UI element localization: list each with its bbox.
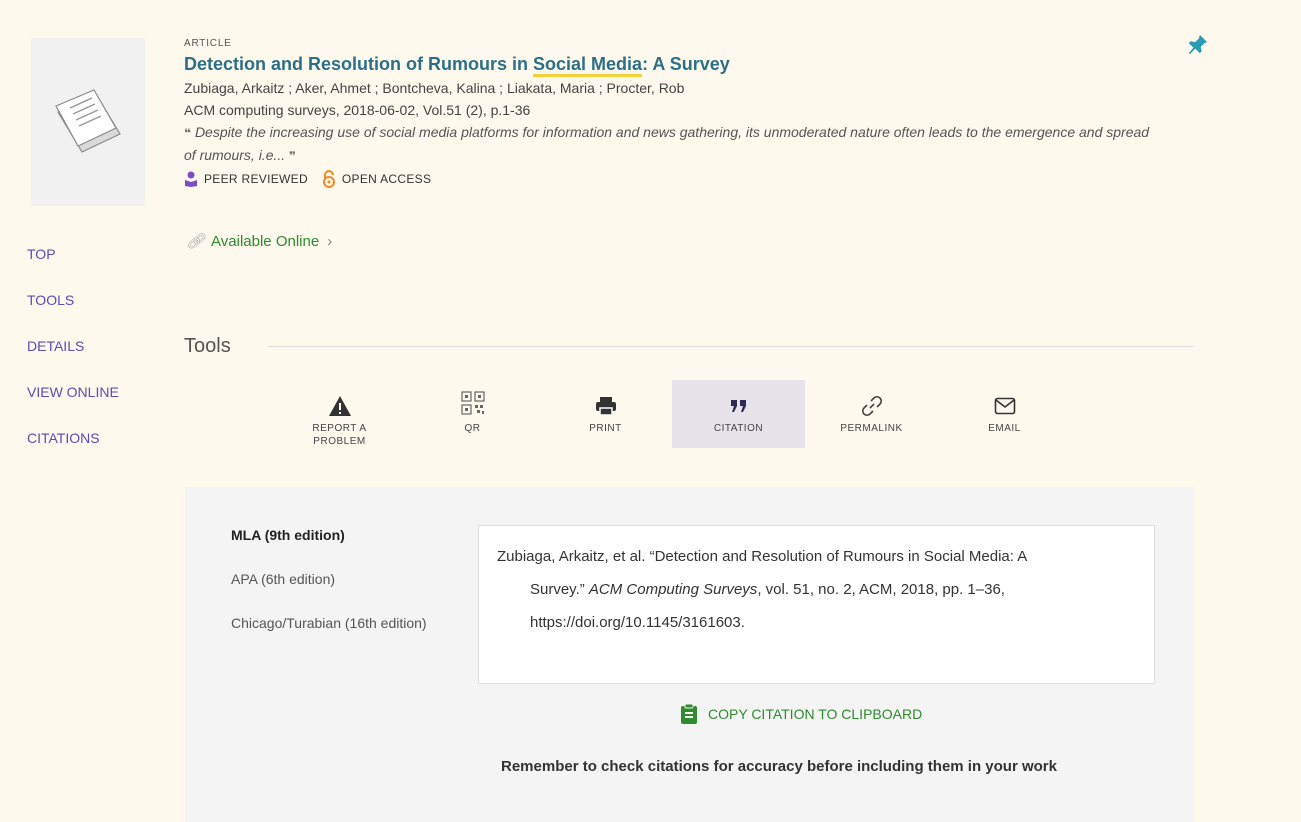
qr-button[interactable]: QR bbox=[406, 380, 539, 448]
document-thumbnail[interactable] bbox=[31, 38, 145, 206]
record-type: ARTICLE bbox=[184, 38, 232, 49]
available-online-link[interactable]: 🔗︎ Available Online › bbox=[186, 232, 333, 251]
peer-reviewed-label: PEER REVIEWED bbox=[204, 172, 308, 186]
nav-item-top[interactable]: TOP bbox=[27, 243, 119, 289]
report-problem-button[interactable]: REPORT A PROBLEM bbox=[273, 380, 406, 448]
citation-button[interactable]: CITATION bbox=[672, 380, 805, 448]
peer-reviewed-icon bbox=[185, 171, 197, 187]
envelope-icon bbox=[994, 397, 1015, 415]
citation-style-chicago[interactable]: Chicago/Turabian (16th edition) bbox=[231, 613, 431, 634]
open-quote-icon: ❝ bbox=[184, 126, 192, 140]
citation-style-apa[interactable]: APA (6th edition) bbox=[231, 569, 431, 590]
nav-item-details[interactable]: DETAILS bbox=[27, 335, 119, 381]
email-button[interactable]: EMAIL bbox=[938, 380, 1071, 448]
record-source: ACM computing surveys, 2018-06-02, Vol.5… bbox=[184, 102, 531, 118]
badges: PEER REVIEWED OPEN ACCESS bbox=[184, 170, 1184, 188]
tool-label: REPORT A PROBLEM bbox=[312, 423, 367, 447]
document-icon bbox=[55, 89, 121, 153]
nav-item-citations[interactable]: CITATIONS bbox=[27, 427, 119, 473]
divider bbox=[268, 346, 1194, 347]
citation-style-list: MLA (9th edition) APA (6th edition) Chic… bbox=[231, 525, 431, 657]
title-part: Detection and Resolution of Rumours in bbox=[184, 54, 534, 74]
tools-toolbar: REPORT A PROBLEM QR PRINT CITATION PERMA… bbox=[273, 380, 1071, 448]
citation-text[interactable]: Zubiaga, Arkaitz, et al. “Detection and … bbox=[478, 525, 1155, 684]
citation-part: , vol. 51, no. 2, ACM, 2018, pp. 1–36, bbox=[757, 581, 1005, 598]
record-details: ARTICLE Detection and Resolution of Rumo… bbox=[184, 38, 1184, 188]
tool-label: PERMALINK bbox=[840, 423, 903, 434]
citation-panel: MLA (9th edition) APA (6th edition) Chic… bbox=[185, 487, 1194, 822]
link-icon: 🔗︎ bbox=[186, 233, 206, 250]
citation-journal: ACM Computing Surveys bbox=[588, 581, 758, 598]
print-button[interactable]: PRINT bbox=[539, 380, 672, 448]
tools-heading: Tools bbox=[184, 335, 231, 357]
citation-line: Zubiaga, Arkaitz, et al. “Detection and … bbox=[497, 548, 1028, 565]
warning-icon bbox=[328, 396, 351, 416]
title-highlight: Social Media bbox=[533, 54, 643, 77]
title-part: : A Survey bbox=[642, 54, 730, 74]
available-online-label: Available Online bbox=[211, 232, 320, 250]
record-snippet: ❝ Despite the increasing use of social m… bbox=[184, 121, 1164, 167]
tool-label: QR bbox=[464, 423, 481, 434]
quote-icon bbox=[730, 400, 746, 412]
printer-icon bbox=[595, 397, 616, 416]
nav-item-tools[interactable]: TOOLS bbox=[27, 289, 119, 335]
permalink-button[interactable]: PERMALINK bbox=[805, 380, 938, 448]
citation-part: Survey.” bbox=[530, 581, 589, 598]
open-access-icon bbox=[322, 170, 335, 188]
citation-reminder: Remember to check citations for accuracy… bbox=[501, 758, 1057, 775]
copy-citation-label: COPY CITATION TO CLIPBOARD bbox=[708, 706, 923, 722]
qr-code-icon bbox=[460, 391, 485, 415]
record-authors: Zubiaga, Arkaitz ; Aker, Ahmet ; Bontche… bbox=[184, 80, 685, 96]
record-title[interactable]: Detection and Resolution of Rumours in S… bbox=[184, 53, 1184, 77]
peer-reviewed-badge: PEER REVIEWED bbox=[184, 171, 308, 187]
snippet-text: Despite the increasing use of social med… bbox=[184, 124, 1150, 163]
tool-label: CITATION bbox=[713, 423, 764, 434]
pin-button[interactable] bbox=[1187, 33, 1209, 55]
pin-icon bbox=[1188, 34, 1208, 55]
nav-item-view-online[interactable]: VIEW ONLINE bbox=[27, 381, 119, 427]
citation-line: https://doi.org/10.1145/3161603. bbox=[530, 614, 745, 631]
section-nav: TOP TOOLS DETAILS VIEW ONLINE CITATIONS bbox=[27, 243, 119, 473]
close-quote-icon: ❞ bbox=[289, 149, 297, 163]
clipboard-icon bbox=[681, 703, 697, 724]
open-access-badge: OPEN ACCESS bbox=[322, 170, 431, 188]
chevron-right-icon: › bbox=[327, 232, 333, 250]
tool-label: PRINT bbox=[589, 423, 622, 434]
citation-line: Survey.” ACM Computing Surveys, vol. 51,… bbox=[497, 573, 1136, 606]
link-icon bbox=[861, 395, 882, 417]
open-access-label: OPEN ACCESS bbox=[341, 172, 432, 186]
copy-citation-button[interactable]: COPY CITATION TO CLIPBOARD bbox=[680, 703, 922, 725]
citation-style-mla[interactable]: MLA (9th edition) bbox=[231, 525, 431, 546]
tool-label: EMAIL bbox=[988, 423, 1021, 434]
